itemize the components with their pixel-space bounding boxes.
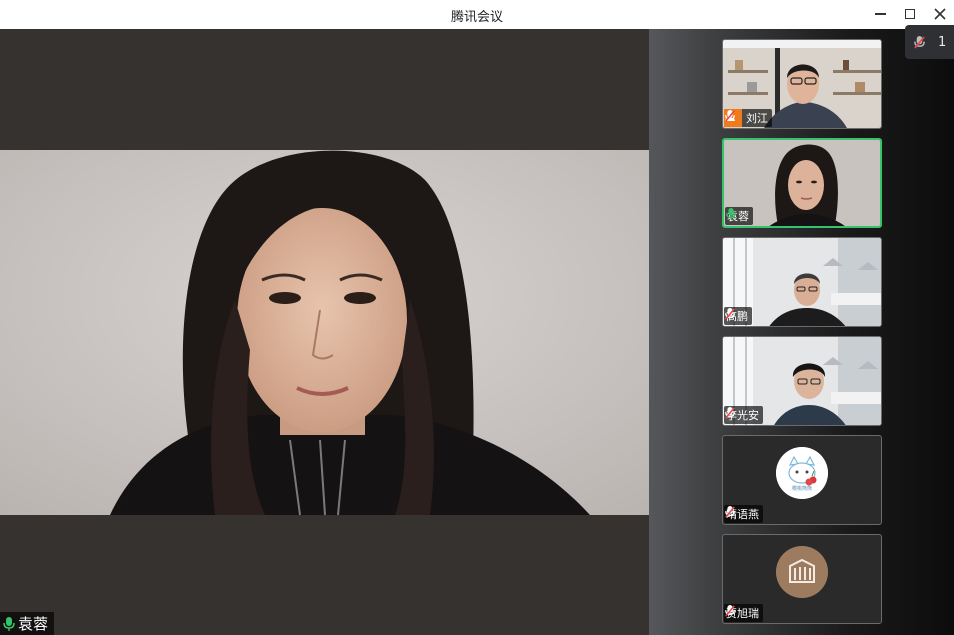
mic-muted-icon [725, 605, 735, 617]
participant-tile[interactable]: 贾旭瑞 [722, 534, 882, 624]
maximize-button[interactable] [899, 4, 921, 24]
participant-label: 高鹏 [724, 307, 752, 325]
avatar: 樱桃熊熊 [776, 447, 828, 499]
main-video-stage[interactable]: 袁蓉 [0, 29, 649, 635]
mic-muted-icon [725, 110, 735, 122]
mic-muted-icon[interactable] [913, 35, 926, 50]
participant-tile[interactable]: 李光安 [722, 336, 882, 426]
participant-name: 刘江 [746, 112, 768, 125]
avatar [776, 546, 828, 598]
mic-muted-icon [725, 308, 735, 320]
avatar-caption: 樱桃熊熊 [791, 486, 812, 492]
close-icon [934, 8, 946, 20]
participant-tile[interactable]: 刘江 [722, 39, 882, 129]
participant-label: 刘江 [724, 109, 772, 127]
main-speaker-video [0, 150, 649, 515]
minimize-icon [874, 13, 886, 15]
floating-toolbar-label: 1 [938, 34, 947, 50]
main-speaker-name: 袁蓉 [18, 615, 49, 633]
participant-label: 贾旭瑞 [724, 604, 763, 622]
participant-tile-active[interactable]: 袁蓉 [722, 138, 882, 228]
close-button[interactable] [929, 4, 951, 24]
participant-tile[interactable]: 樱桃熊熊 晴语燕 [722, 435, 882, 525]
maximize-icon [905, 9, 915, 19]
building-avatar-icon [776, 546, 828, 598]
participant-label: 李光安 [724, 406, 763, 424]
minimize-button[interactable] [869, 4, 891, 24]
mic-on-icon [3, 616, 15, 631]
participant-label: 晴语燕 [724, 505, 763, 523]
participant-tile[interactable]: 高鹏 [722, 237, 882, 327]
title-bar: 腾讯会议 [0, 0, 954, 29]
floating-toolbar[interactable]: 1 [905, 25, 954, 59]
window-title: 腾讯会议 [450, 10, 503, 25]
main-speaker-label: 袁蓉 [0, 612, 55, 635]
mic-on-icon [726, 208, 736, 220]
mic-muted-icon [725, 506, 735, 518]
mic-muted-icon [725, 407, 735, 419]
participant-label: 袁蓉 [725, 207, 753, 225]
